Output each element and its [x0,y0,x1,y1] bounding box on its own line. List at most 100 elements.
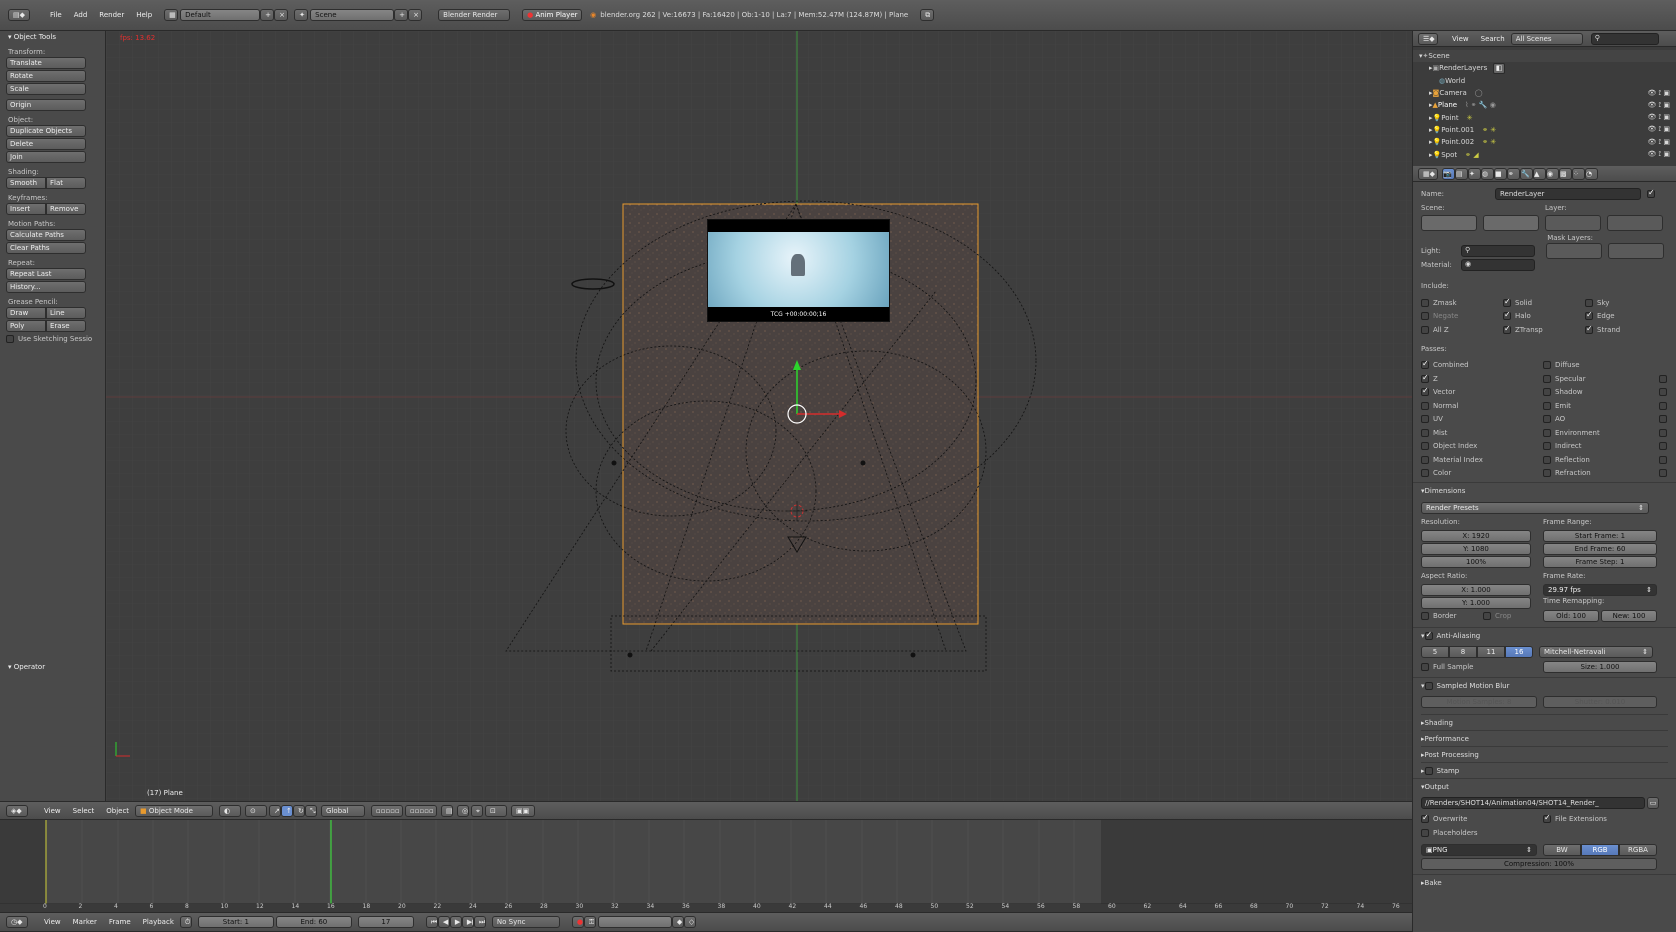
insert-keyframe-button[interactable]: ◆ [671,916,684,928]
pass-checkbox[interactable]: Combined [1421,359,1543,373]
constraints-tab-icon[interactable]: ⚭ [1507,167,1520,180]
flat-button[interactable]: Flat [46,177,86,189]
material-tab-icon[interactable]: ◉ [1546,167,1559,180]
outliner-item-scene[interactable]: ▾ ✦ Scene [1413,50,1676,63]
delete-keyframe-button[interactable]: ◇ [683,916,696,928]
pass-checkbox[interactable]: Color [1421,467,1543,481]
output-header[interactable]: ▾ Output [1421,779,1668,795]
anti-aliasing-header[interactable]: ▾ Anti-Aliasing [1421,628,1668,644]
file-format-select[interactable]: ▣ PNG ⇕ [1421,844,1537,856]
screen-layout-field[interactable]: Default [180,9,261,21]
outliner-search-input[interactable]: ⚲ [1590,32,1659,45]
stamp-panel-header[interactable]: ▸ Stamp [1421,762,1668,778]
pass-checkbox[interactable]: Vector [1421,386,1543,400]
layers-tab-icon[interactable]: ▤ [1455,167,1468,180]
menu-view[interactable]: View [44,918,61,926]
remove-button[interactable]: Remove [46,203,86,215]
line-button[interactable]: Line [46,307,86,319]
render-tab-icon[interactable]: 📷 [1442,167,1455,180]
exclude-pass-icon[interactable] [1659,428,1667,437]
mode-select[interactable]: ■ Object Mode [135,804,214,817]
aa-filter-select[interactable]: Mitchell-Netravali ⇕ [1539,646,1653,658]
screen-layout-icon[interactable]: ▦ [164,9,179,21]
editor-type-button[interactable]: ▤◆ [8,9,30,21]
aspect-y-field[interactable]: Y: 1.000 [1421,597,1531,609]
include-checkbox[interactable]: Edge [1585,310,1667,324]
exclude-pass-icon[interactable] [1659,469,1667,478]
bw-button[interactable]: BW [1543,844,1581,856]
exclude-pass-icon[interactable] [1659,442,1667,451]
pass-checkbox[interactable]: Environment [1543,426,1667,440]
duplicate-objects-button[interactable]: Duplicate Objects [6,125,86,137]
include-checkbox[interactable]: Solid [1503,296,1585,310]
pass-checkbox[interactable]: Refraction [1543,467,1667,481]
time-new-field[interactable]: New: 100 [1601,610,1657,622]
keying-set-field[interactable] [597,916,672,928]
exclude-pass-icon[interactable] [1659,374,1667,383]
crop-checkbox[interactable]: Crop [1483,612,1543,620]
pivot-select[interactable]: ⊙ [245,804,268,817]
bake-panel-header[interactable]: ▸ Bake [1413,874,1676,890]
motion-samples-field[interactable]: Motion Samples: 8 [1421,696,1537,708]
include-checkbox[interactable]: Halo [1503,310,1585,324]
rotate-button[interactable]: Rotate [6,70,86,82]
placeholders-checkbox[interactable]: Placeholders [1421,829,1478,837]
join-button[interactable]: Join [6,151,86,163]
editor-type-button[interactable]: ◈◆ [6,804,28,817]
outliner-item-renderlayers[interactable]: ▸ ▣ RenderLayers ◧ [1413,62,1676,74]
aa-11-button[interactable]: 11 [1477,646,1505,658]
editor-type-button[interactable]: ◷◆ [6,916,28,928]
filter-size-field[interactable]: Size: 1.000 [1543,661,1657,673]
exclude-pass-icon[interactable] [1659,388,1667,397]
menu-object[interactable]: Object [106,807,129,815]
motion-blur-check-icon[interactable] [1424,682,1433,690]
aa-check-icon[interactable] [1424,630,1433,640]
current-frame-field[interactable]: 17 [357,916,414,928]
particles-tab-icon[interactable]: ⁘ [1572,167,1585,180]
file-extensions-checkbox[interactable]: File Extensions [1543,813,1607,823]
translate-button[interactable]: Translate [6,57,86,69]
overwrite-checkbox[interactable]: Overwrite [1421,813,1543,823]
scene-remove-button[interactable]: × [408,9,423,21]
outliner-item-point-002[interactable]: ▸ 💡 Point.002 ⚭ ✳ 👁 ⟟ ▣ [1413,136,1676,148]
scale-button[interactable]: Scale [6,83,86,95]
menu-render[interactable]: Render [99,11,124,19]
pass-checkbox[interactable]: UV [1421,413,1543,427]
object-tab-icon[interactable]: ■ [1494,167,1507,180]
frame-rate-select[interactable]: 29.97 fps ⇕ [1543,584,1657,596]
modifiers-tab-icon[interactable]: 🔧 [1520,167,1533,180]
scene-tab-icon[interactable]: ✦ [1468,167,1481,180]
include-checkbox[interactable]: Negate [1421,310,1503,324]
time-old-field[interactable]: Old: 100 [1543,610,1599,622]
pass-checkbox[interactable]: Indirect [1543,440,1667,454]
rgb-button[interactable]: RGB [1581,844,1619,856]
shading-panel-header[interactable]: ▸ Shading [1421,714,1668,730]
end-frame-field[interactable]: End Frame: 60 [1543,543,1657,555]
menu-playback[interactable]: Playback [143,918,174,926]
include-checkbox[interactable]: Sky [1585,296,1667,310]
exclude-pass-icon[interactable] [1659,455,1667,464]
include-checkbox[interactable]: Zmask [1421,296,1503,310]
visibility-icons[interactable]: 👁 ⟟ ▣ [1647,101,1670,110]
editor-type-button[interactable]: ☰◆ [1418,32,1438,45]
screen-remove-button[interactable]: × [274,9,289,21]
mask-layers-b[interactable] [1608,243,1664,259]
display-mode-select[interactable]: All Scenes [1510,32,1583,45]
history-button[interactable]: History... [6,281,86,293]
sketching-checkbox[interactable]: Use Sketching Sessio [6,335,105,343]
erase-button[interactable]: Erase [46,320,86,332]
clear-paths-button[interactable]: Clear Paths [6,242,86,254]
res-percent-field[interactable]: 100% [1421,556,1531,568]
pass-checkbox[interactable]: Shadow [1543,386,1667,400]
outliner-item-world[interactable]: ◍ World [1413,75,1676,87]
motion-blur-header[interactable]: ▾ Sampled Motion Blur [1421,678,1668,694]
scene-layers-a[interactable] [1421,215,1477,231]
repeat-last-button[interactable]: Repeat Last [6,268,86,280]
anim-player-button[interactable]: ● Anim Player [522,9,583,21]
scene-field[interactable]: Scene [310,9,395,21]
lock-layer-button[interactable]: ▤ [441,804,454,817]
3d-viewport[interactable]: TCG +00:00:00;16 fps: 13.62 (17) Plane [106,31,1412,801]
operator-panel[interactable]: ▾ Operator [8,663,45,671]
proportional-edit-button[interactable]: ◎ [457,804,470,817]
next-key-button[interactable]: ▶▶ [461,916,474,928]
